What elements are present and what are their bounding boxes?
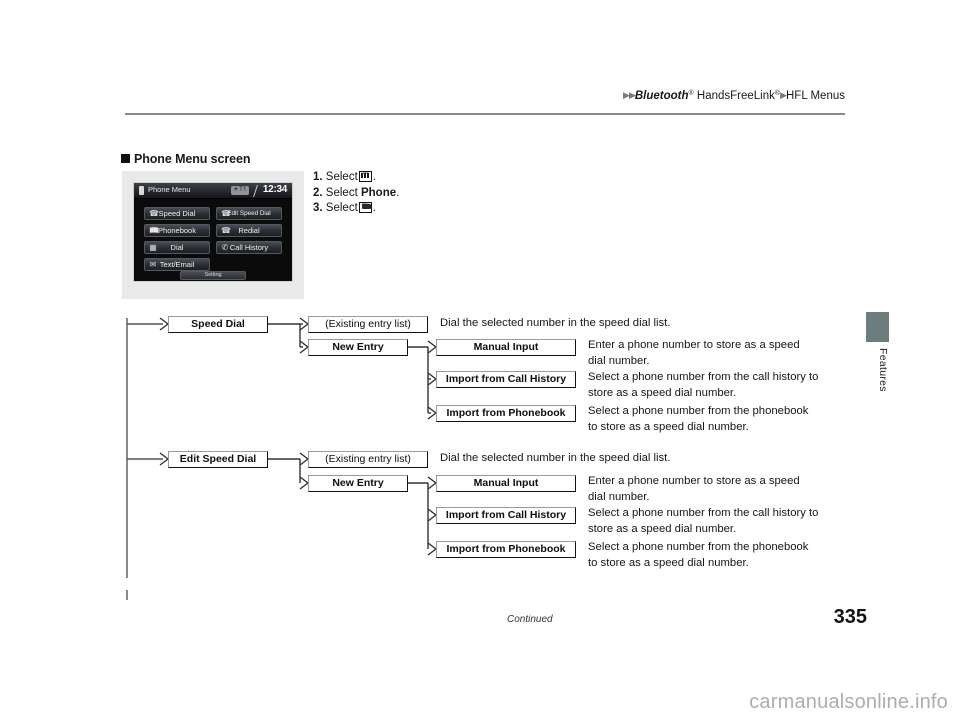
flow-desc-manual-input-1: Enter a phone number to store as a speed…: [588, 339, 800, 367]
flow-desc-existing-entry-list-1: Dial the selected number in the speed di…: [440, 317, 671, 329]
flow-box-edit-speed-dial[interactable]: Edit Speed Dial: [168, 451, 268, 468]
nav-status-bar: Phone Menu ☀T⸮ 12:34: [134, 183, 292, 199]
nav-screen-title: Phone Menu: [148, 185, 191, 194]
nav-button-label: Speed Dial: [158, 209, 196, 218]
breadcrumb-item-bluetooth: Bluetooth: [634, 90, 689, 102]
status-separator: [253, 185, 258, 197]
breadcrumb-item-hfl-menus: HFL Menus: [785, 90, 845, 102]
step-instructions: 1. Select. 2. Select Phone. 3. Select.: [313, 166, 399, 217]
flow-box-label: Speed Dial: [191, 318, 245, 330]
step-1: 1. Select.: [313, 166, 399, 186]
nav-button-label: Redial: [238, 226, 260, 235]
phonebook-icon: 📖: [149, 226, 159, 235]
step-verb: Select: [325, 186, 358, 199]
flow-box-label: (Existing entry list): [325, 318, 411, 330]
flow-box-label: New Entry: [332, 477, 384, 489]
clock-display: 12:34: [262, 184, 287, 195]
flow-box-import-phonebook-1[interactable]: Import from Phonebook: [436, 405, 576, 422]
nav-button-label: Phonebook: [158, 226, 196, 235]
breadcrumb: ▶▶Bluetooth® HandsFreeLink®▶HFL Menus: [125, 90, 845, 102]
flow-box-label: Manual Input: [473, 477, 539, 489]
step-punctuation: .: [372, 171, 376, 183]
envelope-icon: ✉: [149, 260, 157, 269]
continued-label: Continued: [507, 614, 553, 625]
flow-desc-existing-entry-list-2: Dial the selected number in the speed di…: [440, 452, 671, 464]
flow-desc-import-phonebook-2: Select a phone number from the phonebook…: [588, 541, 809, 569]
step-number: 2.: [313, 186, 323, 199]
flow-box-label: Edit Speed Dial: [179, 453, 257, 465]
flow-box-new-entry-2[interactable]: New Entry: [308, 475, 408, 492]
watermark: carmanualsonline.info: [749, 691, 948, 713]
phone-speeddial-icon: ☎: [149, 209, 159, 218]
nav-button-setting[interactable]: Setting: [180, 271, 246, 280]
step-number: 3.: [313, 202, 323, 214]
signal-strength-icon: ☀T⸮: [231, 186, 249, 195]
nav-button-grid: ☎ Speed Dial ☎ Edit Speed Dial 📖 Phonebo…: [134, 199, 292, 281]
flow-box-speed-dial[interactable]: Speed Dial: [168, 316, 268, 333]
flow-desc-import-phonebook-1: Select a phone number from the phonebook…: [588, 405, 809, 433]
menu-icon: [358, 197, 372, 213]
nav-button-text-email[interactable]: ✉ Text/Email: [144, 258, 210, 271]
nav-button-label: Call History: [229, 243, 269, 252]
flow-box-existing-entry-list-1[interactable]: (Existing entry list): [308, 316, 428, 333]
flow-box-import-call-history-2[interactable]: Import from Call History: [436, 507, 576, 524]
flow-box-import-call-history-1[interactable]: Import from Call History: [436, 371, 576, 388]
keypad-icon: ▦: [149, 243, 157, 252]
page-title: Phone Menu screen: [121, 152, 250, 166]
phone-editspeeddial-icon: ☎: [221, 209, 231, 218]
side-tab-label: Features: [877, 348, 889, 392]
flow-box-label: Import from Phonebook: [446, 407, 566, 419]
step-punctuation: .: [396, 186, 400, 199]
step-2: 2. Select Phone.: [313, 186, 399, 202]
flow-box-label: New Entry: [332, 341, 384, 353]
step-punctuation: .: [372, 202, 376, 214]
flow-desc-import-call-history-2: Select a phone number from the call hist…: [588, 507, 819, 535]
home-menu-icon: [358, 166, 372, 182]
flow-box-manual-input-1[interactable]: Manual Input: [436, 339, 576, 356]
flow-desc-manual-input-2: Enter a phone number to store as a speed…: [588, 475, 800, 503]
nav-button-label: Edit Speed Dial: [227, 210, 271, 217]
flow-desc-import-call-history-1: Select a phone number from the call hist…: [588, 371, 819, 399]
breadcrumb-item-handsfreelink: HandsFreeLink: [693, 90, 775, 102]
step-3: 3. Select.: [313, 197, 399, 217]
flow-box-manual-input-2[interactable]: Manual Input: [436, 475, 576, 492]
step-number: 1.: [313, 171, 323, 183]
flow-box-import-phonebook-2[interactable]: Import from Phonebook: [436, 541, 576, 558]
phone-redial-icon: ☎: [221, 226, 231, 235]
nav-button-call-history[interactable]: ✆ Call History: [216, 241, 282, 254]
phone-handset-icon: [139, 186, 144, 195]
flow-box-label: Import from Call History: [445, 373, 567, 385]
section-heading-text: Phone Menu screen: [134, 152, 251, 166]
nav-button-phonebook[interactable]: 📖 Phonebook: [144, 224, 210, 237]
call-history-icon: ✆: [221, 243, 229, 252]
flow-box-label: Import from Call History: [445, 509, 567, 521]
nav-button-speed-dial[interactable]: ☎ Speed Dial: [144, 207, 210, 220]
nav-button-label: Dial: [170, 243, 184, 252]
breadcrumb-arrow-icon: ▶▶: [623, 90, 636, 100]
header-divider: [125, 113, 845, 115]
flow-box-new-entry-1[interactable]: New Entry: [308, 339, 408, 356]
flow-box-label: Import from Phonebook: [446, 543, 566, 555]
step-verb: Select: [325, 171, 358, 183]
step-verb: Select: [325, 202, 358, 214]
side-tab-color-block: [866, 312, 889, 342]
nav-button-edit-speed-dial[interactable]: ☎ Edit Speed Dial: [216, 207, 282, 220]
flow-box-label: Manual Input: [473, 341, 539, 353]
figure-panel: Phone Menu ☀T⸮ 12:34 ☎ Speed Dial ☎ Edit…: [122, 171, 304, 299]
bullet-square-icon: [121, 154, 130, 163]
nav-button-redial[interactable]: ☎ Redial: [216, 224, 282, 237]
nav-button-label: Setting: [204, 272, 222, 278]
nav-screen-image: Phone Menu ☀T⸮ 12:34 ☎ Speed Dial ☎ Edit…: [133, 182, 293, 282]
nav-button-dial[interactable]: ▦ Dial: [144, 241, 210, 254]
flow-box-label: (Existing entry list): [325, 453, 411, 465]
page-number: 335: [833, 606, 867, 628]
nav-button-label: Text/Email: [159, 260, 195, 269]
flow-box-existing-entry-list-2[interactable]: (Existing entry list): [308, 451, 428, 468]
